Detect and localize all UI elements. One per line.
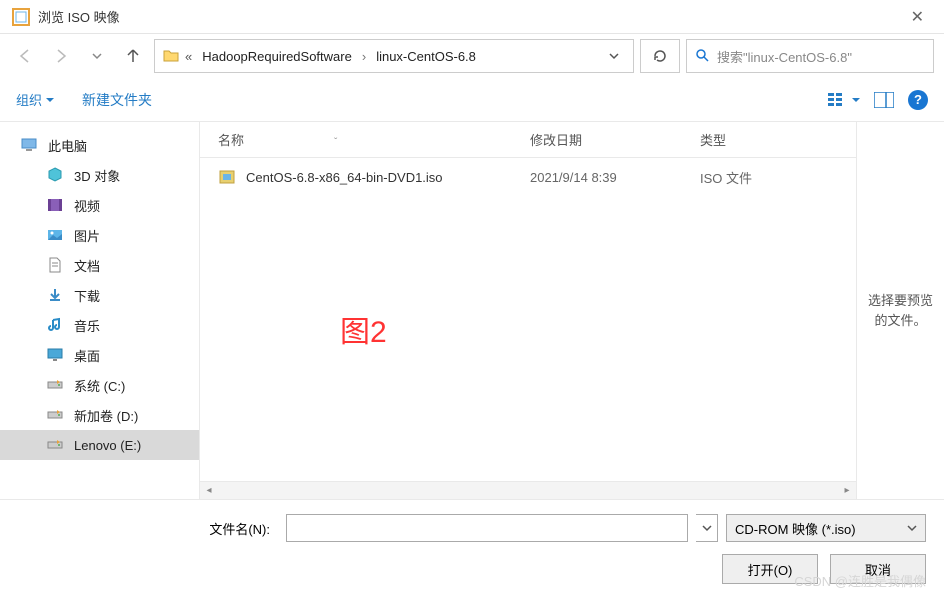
nav-up-button[interactable] [118, 41, 148, 71]
sidebar-3d-objects[interactable]: 3D 对象 [0, 160, 199, 190]
open-button[interactable]: 打开(O) [722, 554, 818, 584]
cube-icon [46, 166, 64, 184]
sidebar-videos[interactable]: 视频 [0, 190, 199, 220]
sidebar-desktop[interactable]: 桌面 [0, 340, 199, 370]
download-icon [46, 286, 64, 304]
filter-label: CD-ROM 映像 (*.iso) [735, 519, 856, 538]
col-name[interactable]: 名称 [218, 133, 244, 148]
window-title: 浏览 ISO 映像 [38, 7, 903, 26]
drive-icon [46, 376, 64, 394]
pictures-icon [46, 226, 64, 244]
breadcrumb-seg2[interactable]: linux-CentOS-6.8 [372, 49, 480, 64]
file-list-pane: 名称 ˇ 修改日期 类型 CentOS-6.8-x86_64-bin-DVD1.i… [200, 122, 856, 499]
cancel-button[interactable]: 取消 [830, 554, 926, 584]
sidebar-pictures[interactable]: 图片 [0, 220, 199, 250]
col-type[interactable]: 类型 [700, 130, 856, 149]
file-type: ISO 文件 [700, 168, 856, 187]
overlay-annotation: 图2 [340, 307, 387, 351]
scroll-right-icon[interactable]: ▸ [838, 482, 856, 499]
breadcrumb[interactable]: « HadoopRequiredSoftware › linux-CentOS-… [154, 39, 634, 73]
filename-input[interactable] [286, 514, 688, 542]
new-folder-button[interactable]: 新建文件夹 [82, 90, 152, 110]
nav-bar: « HadoopRequiredSoftware › linux-CentOS-… [0, 34, 944, 78]
breadcrumb-dropdown[interactable] [603, 49, 625, 64]
folder-icon [163, 48, 179, 64]
nav-recent-dropdown[interactable] [82, 41, 112, 71]
sidebar-drive-e[interactable]: Lenovo (E:) [0, 430, 199, 460]
sidebar-drive-c[interactable]: 系统 (C:) [0, 370, 199, 400]
document-icon [46, 256, 64, 274]
sidebar: 此电脑 3D 对象 视频 图片 文档 下载 音乐 桌面 系统 (C:) 新加卷 … [0, 122, 200, 499]
view-mode-button[interactable] [828, 92, 860, 108]
sidebar-documents[interactable]: 文档 [0, 250, 199, 280]
filename-dropdown[interactable] [696, 514, 718, 542]
iso-file-icon [218, 168, 236, 186]
search-placeholder: 搜索"linux-CentOS-6.8" [717, 47, 852, 66]
nav-forward-button[interactable] [46, 41, 76, 71]
music-icon [46, 316, 64, 334]
column-headers[interactable]: 名称 ˇ 修改日期 类型 [200, 122, 856, 158]
sidebar-this-pc[interactable]: 此电脑 [0, 130, 199, 160]
sort-indicator-icon: ˇ [334, 137, 337, 148]
preview-pane-toggle[interactable] [874, 92, 894, 108]
refresh-button[interactable] [640, 39, 680, 73]
drive-icon [46, 406, 64, 424]
sidebar-downloads[interactable]: 下载 [0, 280, 199, 310]
video-icon [46, 196, 64, 214]
app-icon [12, 8, 30, 26]
sidebar-music[interactable]: 音乐 [0, 310, 199, 340]
preview-message: 选择要预览的文件。 [865, 291, 936, 330]
breadcrumb-seg1[interactable]: HadoopRequiredSoftware [198, 49, 356, 64]
pc-icon [20, 136, 38, 154]
scroll-left-icon[interactable]: ◂ [200, 482, 218, 499]
breadcrumb-overflow[interactable]: « [185, 49, 192, 64]
organize-menu[interactable]: 组织 [16, 90, 54, 109]
sidebar-drive-d[interactable]: 新加卷 (D:) [0, 400, 199, 430]
desktop-icon [46, 346, 64, 364]
help-button[interactable]: ? [908, 90, 928, 110]
preview-pane: 选择要预览的文件。 [856, 122, 944, 499]
col-date[interactable]: 修改日期 [530, 130, 700, 149]
filetype-filter[interactable]: CD-ROM 映像 (*.iso) [726, 514, 926, 542]
search-input[interactable]: 搜索"linux-CentOS-6.8" [686, 39, 934, 73]
close-icon[interactable]: ✕ [903, 7, 932, 27]
filename-label: 文件名(N): [18, 519, 278, 538]
nav-back-button[interactable] [10, 41, 40, 71]
title-bar: 浏览 ISO 映像 ✕ [0, 0, 944, 34]
file-row[interactable]: CentOS-6.8-x86_64-bin-DVD1.iso 2021/9/14… [200, 158, 856, 196]
footer: 文件名(N): CD-ROM 映像 (*.iso) 打开(O) 取消 [0, 499, 944, 592]
search-icon [695, 48, 709, 65]
file-date: 2021/9/14 8:39 [530, 170, 700, 185]
file-name: CentOS-6.8-x86_64-bin-DVD1.iso [246, 170, 443, 185]
main-area: 此电脑 3D 对象 视频 图片 文档 下载 音乐 桌面 系统 (C:) 新加卷 … [0, 122, 944, 499]
chevron-right-icon: › [362, 49, 366, 64]
toolbar: 组织 新建文件夹 ? [0, 78, 944, 122]
horizontal-scrollbar[interactable]: ◂ ▸ [200, 481, 856, 499]
drive-icon [46, 436, 64, 454]
